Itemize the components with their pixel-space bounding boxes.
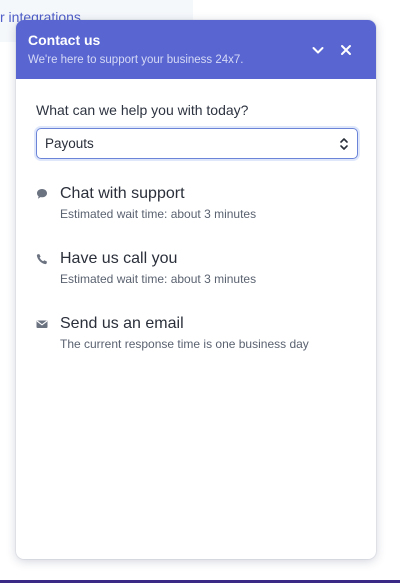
minimize-button[interactable] xyxy=(308,40,328,60)
option-subtitle: Estimated wait time: about 3 minutes xyxy=(60,272,257,286)
option-chat-with-support[interactable]: Chat with support Estimated wait time: a… xyxy=(36,184,356,222)
select-arrows-icon xyxy=(340,137,348,150)
option-send-us-an-email[interactable]: Send us an email The current response ti… xyxy=(36,314,356,352)
help-topic-label: What can we help you with today? xyxy=(36,102,249,118)
close-icon xyxy=(341,45,351,55)
option-title: Send us an email xyxy=(60,315,184,332)
chat-bubble-icon xyxy=(37,189,47,199)
mail-icon xyxy=(36,320,48,328)
option-title: Chat with support xyxy=(60,185,185,202)
option-title: Have us call you xyxy=(60,250,178,267)
option-subtitle: Estimated wait time: about 3 minutes xyxy=(60,207,257,221)
select-value: Payouts xyxy=(45,136,94,151)
widget-body: What can we help you with today? Payouts… xyxy=(16,79,376,352)
contact-widget: Contact us We're here to support your bu… xyxy=(16,20,376,559)
chevron-down-icon xyxy=(312,47,324,54)
phone-icon xyxy=(36,254,47,265)
option-have-us-call-you[interactable]: Have us call you Estimated wait time: ab… xyxy=(36,249,356,287)
help-topic-select[interactable]: Payouts xyxy=(36,128,358,159)
option-subtitle: The current response time is one busines… xyxy=(60,337,309,351)
close-button[interactable] xyxy=(336,40,356,60)
widget-header: Contact us We're here to support your bu… xyxy=(16,20,376,79)
